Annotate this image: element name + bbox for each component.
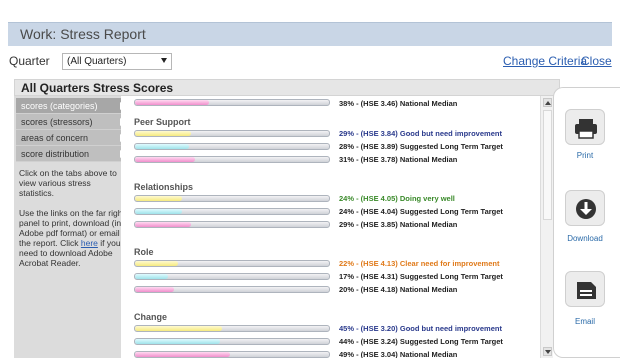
score-bar-fill — [135, 100, 209, 105]
window-title: Work: Stress Report — [20, 26, 146, 42]
score-text: 31% - (HSE 3.78) National Median — [339, 155, 458, 164]
score-bar-fill — [135, 222, 192, 227]
score-text: 49% - (HSE 3.04) National Median — [339, 350, 458, 358]
close-link[interactable]: Close — [581, 54, 612, 68]
score-text: 29% - (HSE 3.84) Good but need improveme… — [339, 129, 502, 138]
email-label[interactable]: Email — [554, 317, 616, 326]
score-bar-fill — [135, 157, 196, 162]
score-text: 28% - (HSE 3.89) Suggested Long Term Tar… — [339, 142, 503, 151]
score-bar-fill — [135, 339, 221, 344]
score-text: 20% - (HSE 4.18) National Median — [339, 285, 458, 294]
section-title: Relationships — [134, 182, 194, 192]
print-label[interactable]: Print — [554, 151, 616, 160]
tab-label: areas of concern — [21, 133, 89, 143]
download-icon — [576, 199, 596, 219]
score-bar — [134, 338, 330, 345]
score-bar-fill — [135, 287, 174, 292]
score-bar — [134, 208, 330, 215]
score-bar — [134, 99, 330, 106]
email-button[interactable] — [565, 271, 605, 307]
score-text: 29% - (HSE 3.85) National Median — [339, 220, 458, 229]
stress-report-window: Work: Stress Report Quarter (All Quarter… — [0, 0, 620, 358]
quarter-label: Quarter — [9, 54, 50, 68]
tab-score-distribution[interactable]: score distribution — [16, 146, 134, 162]
score-text: 22% - (HSE 4.13) Clear need for improvem… — [339, 259, 500, 268]
score-text: 38% - (HSE 3.46) National Median — [339, 99, 458, 108]
score-bar — [134, 351, 330, 358]
score-bar — [134, 325, 330, 332]
tab-label: scores (categories) — [21, 101, 98, 111]
score-text: 44% - (HSE 3.24) Suggested Long Term Tar… — [339, 337, 503, 346]
section-title: Peer Support — [134, 117, 191, 127]
score-bar — [134, 221, 330, 228]
score-bar-fill — [135, 131, 192, 136]
score-bar-fill — [135, 196, 182, 201]
content-scrollbar[interactable] — [540, 96, 553, 358]
section-title: Change — [134, 312, 168, 322]
score-text: 17% - (HSE 4.31) Suggested Long Term Tar… — [339, 272, 503, 281]
quarter-select[interactable]: (All Quarters) — [62, 53, 172, 70]
sidebar: scores (categories) scores (stressors) a… — [14, 96, 134, 358]
panel-title: All Quarters Stress Scores — [21, 81, 174, 95]
tab-label: score distribution — [21, 149, 90, 159]
window-title-bar: Work: Stress Report — [8, 22, 612, 46]
score-bar — [134, 195, 330, 202]
score-bar — [134, 130, 330, 137]
score-bar-fill — [135, 326, 223, 331]
download-label[interactable]: Download — [554, 234, 616, 243]
change-criteria-link[interactable]: Change Criteria — [503, 54, 587, 68]
scroll-down-icon[interactable] — [543, 347, 552, 356]
print-button[interactable] — [565, 109, 605, 145]
printer-icon — [575, 119, 597, 139]
score-bar — [134, 156, 330, 163]
tab-scores-categories[interactable]: scores (categories) — [16, 98, 134, 114]
score-text: 24% - (HSE 4.04) Suggested Long Term Tar… — [339, 207, 503, 216]
actions-panel: Print Download Email — [553, 87, 620, 358]
email-icon — [577, 282, 596, 299]
section-title: Role — [134, 247, 154, 257]
score-bar-fill — [135, 261, 178, 266]
score-bar-fill — [135, 352, 231, 357]
adobe-download-link[interactable]: here — [81, 238, 98, 248]
score-text: 45% - (HSE 3.20) Good but need improveme… — [339, 324, 502, 333]
tab-areas-of-concern[interactable]: areas of concern — [16, 130, 134, 146]
dropdown-arrow-icon — [161, 58, 167, 63]
score-text: 24% - (HSE 4.05) Doing very well — [339, 194, 455, 203]
score-bar-fill — [135, 144, 190, 149]
tab-label: scores (stressors) — [21, 117, 93, 127]
score-bar — [134, 286, 330, 293]
score-bar — [134, 143, 330, 150]
score-bar — [134, 273, 330, 280]
tab-scores-stressors[interactable]: scores (stressors) — [16, 114, 134, 130]
help-text-tabs: Click on the tabs above to view various … — [19, 168, 117, 198]
score-bar-fill — [135, 274, 168, 279]
quarter-row: Quarter (All Quarters) Change Criteria C… — [0, 53, 620, 71]
scroll-thumb[interactable] — [543, 110, 552, 220]
scroll-up-icon[interactable] — [543, 98, 552, 107]
scores-content: 38% - (HSE 3.46) National Median Peer Su… — [121, 96, 540, 358]
download-button[interactable] — [565, 190, 605, 226]
quarter-select-value: (All Quarters) — [67, 56, 127, 67]
panel-header: All Quarters Stress Scores — [14, 79, 560, 96]
help-text-links: Use the links on the far right panel to … — [19, 208, 127, 268]
score-bar-fill — [135, 209, 182, 214]
score-bar — [134, 260, 330, 267]
